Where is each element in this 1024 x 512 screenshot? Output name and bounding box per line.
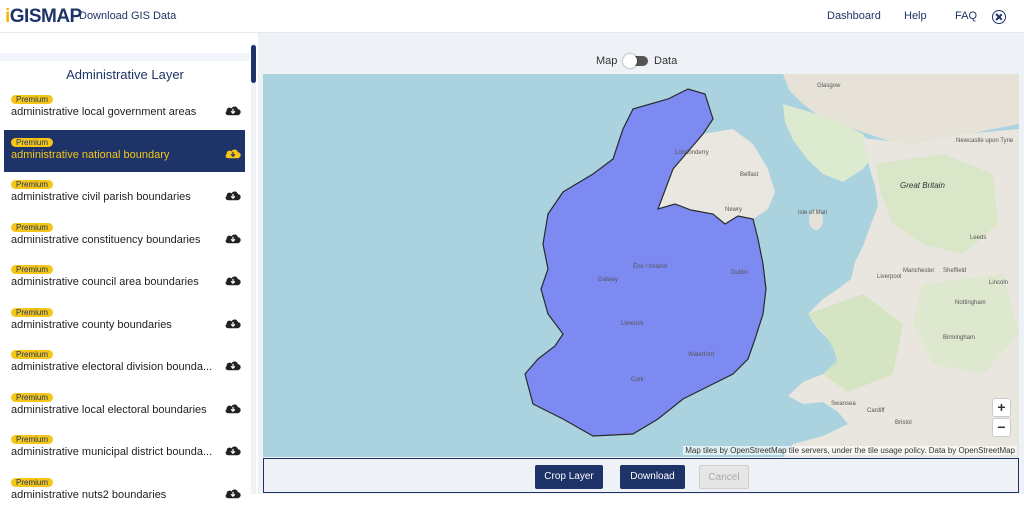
layer-item[interactable]: Premium administrative county boundaries <box>4 300 245 343</box>
map-data-toggle: Map Data <box>258 53 1024 69</box>
cloud-download-icon[interactable] <box>224 359 242 371</box>
layer-name: administrative nuts2 boundaries <box>11 489 216 501</box>
premium-badge: Premium <box>11 435 53 444</box>
layer-name: administrative constituency boundaries <box>11 234 216 246</box>
nav-faq[interactable]: FAQ <box>955 10 977 22</box>
layer-item[interactable]: Premium administrative municipal distric… <box>4 427 245 470</box>
premium-badge: Premium <box>11 393 53 402</box>
cloud-download-icon[interactable] <box>224 444 242 456</box>
label-sheffield: Sheffield <box>943 268 966 274</box>
premium-badge: Premium <box>11 138 53 147</box>
app-title: Download GIS Data <box>79 10 176 22</box>
top-bar: iGISMAP Download GIS Data Dashboard Help… <box>0 0 1024 33</box>
label-liverpool: Liverpool <box>877 274 901 280</box>
cloud-download-icon[interactable] <box>224 147 242 159</box>
nav-help[interactable]: Help <box>904 10 927 22</box>
layer-name: administrative local electoral boundarie… <box>11 404 216 416</box>
label-bristol: Bristol <box>895 420 912 426</box>
crop-layer-button[interactable]: Crop Layer <box>535 465 603 489</box>
label-derry: Londonderry <box>675 150 709 156</box>
download-button[interactable]: Download <box>620 465 685 489</box>
nav-dashboard[interactable]: Dashboard <box>827 10 881 22</box>
premium-badge: Premium <box>11 478 53 487</box>
label-limerick: Limerick <box>621 321 643 327</box>
layer-name: administrative national boundary <box>11 149 216 161</box>
layer-item[interactable]: Premium administrative civil parish boun… <box>4 172 245 215</box>
switch-knob[interactable] <box>623 54 637 68</box>
cloud-download-icon[interactable] <box>224 402 242 414</box>
sidebar-strip <box>0 53 250 61</box>
zoom-out-button[interactable]: − <box>992 418 1011 437</box>
label-eire: Éire / Ireland <box>633 264 667 270</box>
label-cork: Cork <box>631 377 644 383</box>
layer-item[interactable]: Premium administrative council area boun… <box>4 257 245 300</box>
sidebar-heading: Administrative Layer <box>0 67 250 82</box>
map-panel: Map Data Great Britain Éire / Ireland Is… <box>258 33 1024 494</box>
premium-badge: Premium <box>11 308 53 317</box>
label-galway: Galway <box>598 277 618 283</box>
cancel-button[interactable]: Cancel <box>699 465 749 489</box>
label-belfast: Belfast <box>740 172 758 178</box>
layer-item[interactable]: Premium administrative local electoral b… <box>4 385 245 428</box>
action-bar: Crop Layer Download Cancel <box>263 458 1019 493</box>
cloud-download-icon[interactable] <box>224 232 242 244</box>
cloud-download-icon[interactable] <box>224 104 242 116</box>
label-dublin: Dublin <box>731 270 748 276</box>
label-nottingham: Nottingham <box>955 300 986 306</box>
toggle-label-data: Data <box>654 55 677 67</box>
map-data-switch[interactable] <box>624 56 648 66</box>
map-view[interactable]: Great Britain Éire / Ireland Isle of Man… <box>263 74 1019 457</box>
close-icon[interactable] <box>992 10 1006 24</box>
layer-name: administrative county boundaries <box>11 319 216 331</box>
label-leeds: Leeds <box>970 235 986 241</box>
premium-badge: Premium <box>11 223 53 232</box>
label-swansea: Swansea <box>831 401 856 407</box>
label-manchester: Manchester <box>903 268 934 274</box>
premium-badge: Premium <box>11 265 53 274</box>
cloud-download-icon[interactable] <box>224 317 242 329</box>
premium-badge: Premium <box>11 180 53 189</box>
cloud-download-icon[interactable] <box>224 487 242 499</box>
label-birmingham: Birmingham <box>943 335 975 341</box>
label-waterford: Waterford <box>688 352 714 358</box>
premium-badge: Premium <box>11 95 53 104</box>
label-newcastle: Newcastle upon Tyne <box>956 138 1013 144</box>
layer-item[interactable]: Premium administrative constituency boun… <box>4 215 245 258</box>
gismap-logo[interactable]: iGISMAP <box>5 6 82 28</box>
premium-badge: Premium <box>11 350 53 359</box>
label-lincoln: Lincoln <box>989 280 1008 286</box>
label-isle-of-man: Isle of Man <box>798 210 827 216</box>
label-cardiff: Cardiff <box>867 408 885 414</box>
cloud-download-icon[interactable] <box>224 189 242 201</box>
layer-item[interactable]: Premium administrative nuts2 boundaries <box>4 470 245 512</box>
layer-sidebar: Administrative Layer Premium administrat… <box>0 33 258 494</box>
layer-item[interactable]: Premium administrative electoral divisio… <box>4 342 245 385</box>
cloud-download-icon[interactable] <box>224 274 242 286</box>
layer-name: administrative municipal district bounda… <box>11 446 216 458</box>
layer-name: administrative local government areas <box>11 106 216 118</box>
layer-list: Premium administrative local government … <box>4 87 245 512</box>
layer-item[interactable]: Premium administrative national boundary <box>4 130 245 173</box>
toggle-label-map: Map <box>596 55 617 67</box>
layer-item[interactable]: Premium administrative local government … <box>4 87 245 130</box>
label-newry: Newry <box>725 207 742 213</box>
layer-name: administrative civil parish boundaries <box>11 191 216 203</box>
zoom-in-button[interactable]: + <box>992 398 1011 417</box>
sidebar-scrollbar-track[interactable] <box>251 43 256 494</box>
layer-name: administrative electoral division bounda… <box>11 361 216 373</box>
sidebar-scrollbar-thumb[interactable] <box>251 45 256 83</box>
map-attribution: Map tiles by OpenStreetMap tile servers,… <box>683 446 1017 455</box>
label-glasgow: Glasgow <box>817 83 840 89</box>
layer-name: administrative council area boundaries <box>11 276 216 288</box>
label-great-britain: Great Britain <box>900 181 945 190</box>
